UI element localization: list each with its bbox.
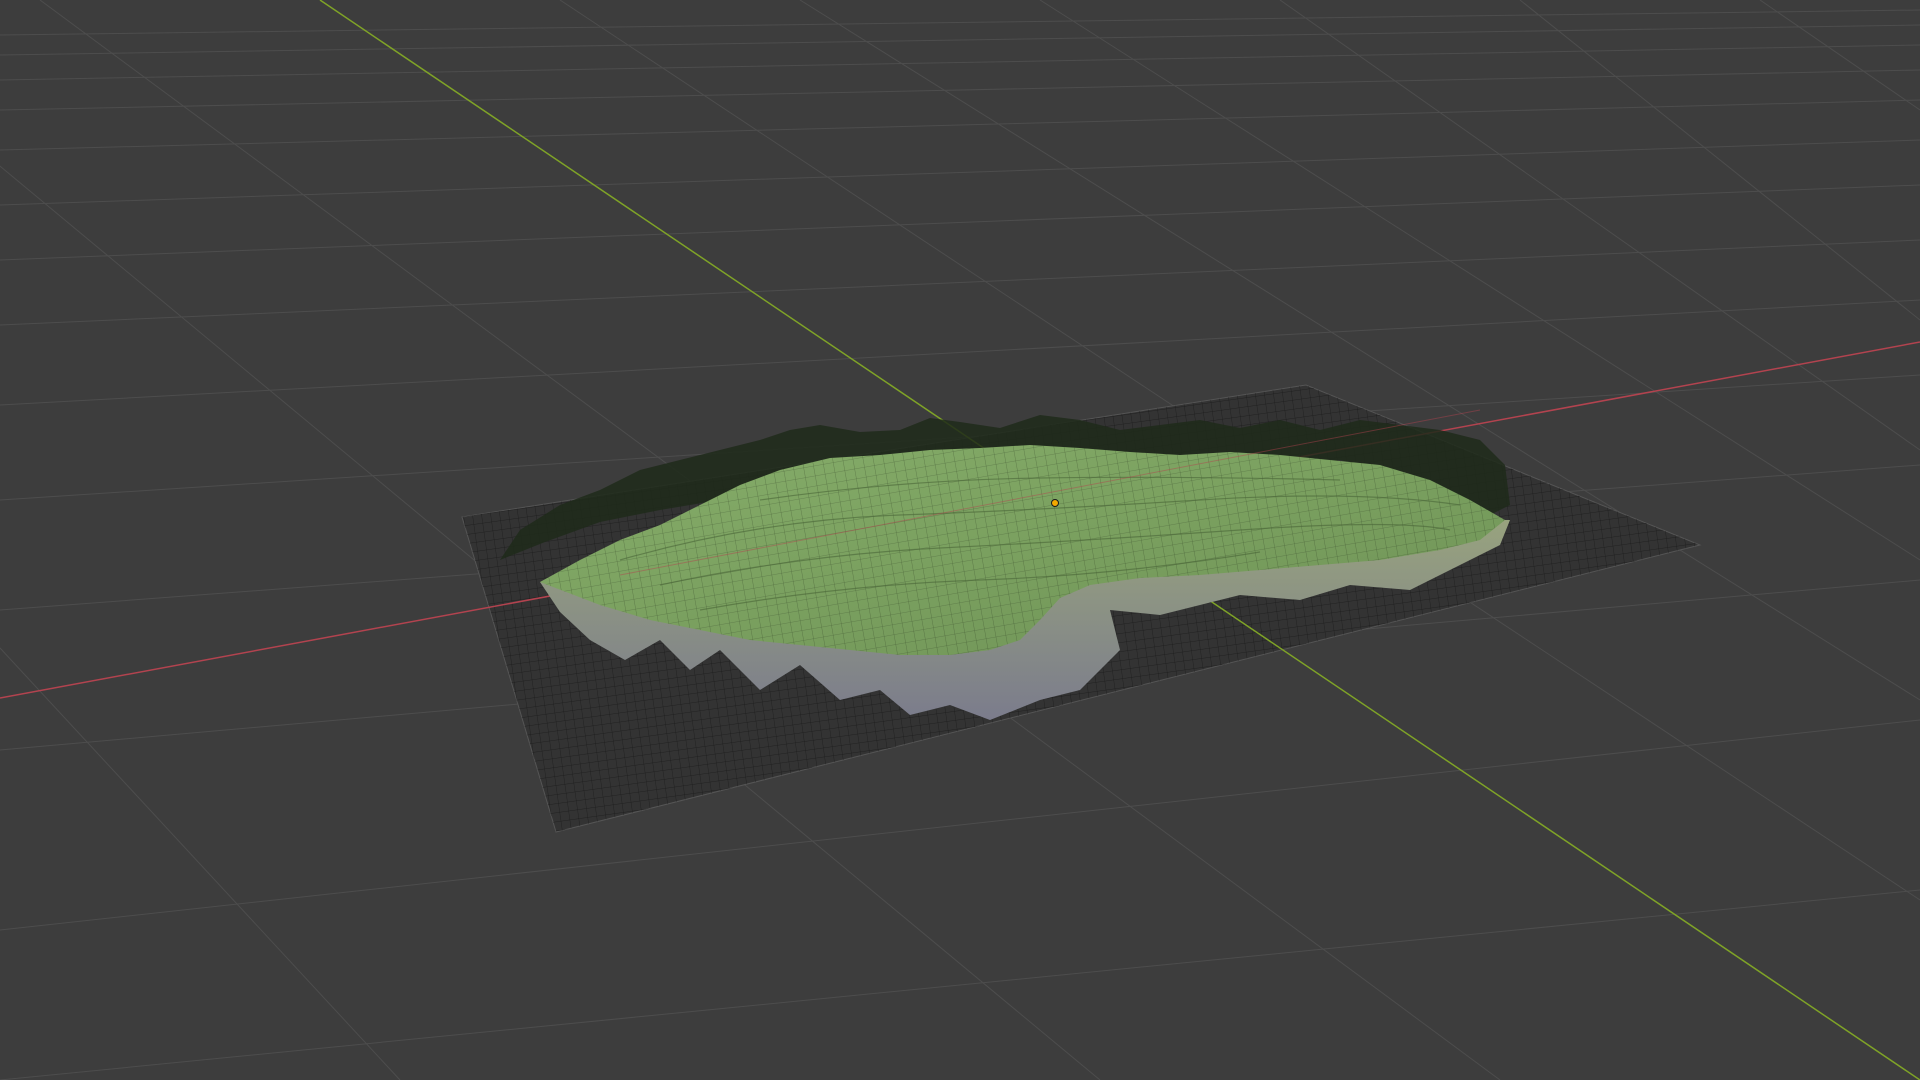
grid-line	[1519, 0, 1920, 321]
object-origin-point[interactable]	[1051, 499, 1059, 507]
grid-line	[0, 139, 1920, 206]
grid-line	[0, 647, 401, 1080]
grid-line	[1279, 0, 1920, 451]
grid-line	[0, 719, 1920, 931]
scene-canvas[interactable]	[0, 0, 1920, 1080]
grid-line	[0, 9, 1920, 36]
grid-line	[0, 99, 1920, 151]
grid-line	[1759, 0, 1920, 111]
3d-viewport[interactable]	[0, 0, 1920, 1080]
grid-line	[0, 239, 1920, 326]
grid-line	[0, 299, 1920, 406]
grid-line	[0, 889, 1920, 1080]
grid-line	[0, 184, 1920, 261]
